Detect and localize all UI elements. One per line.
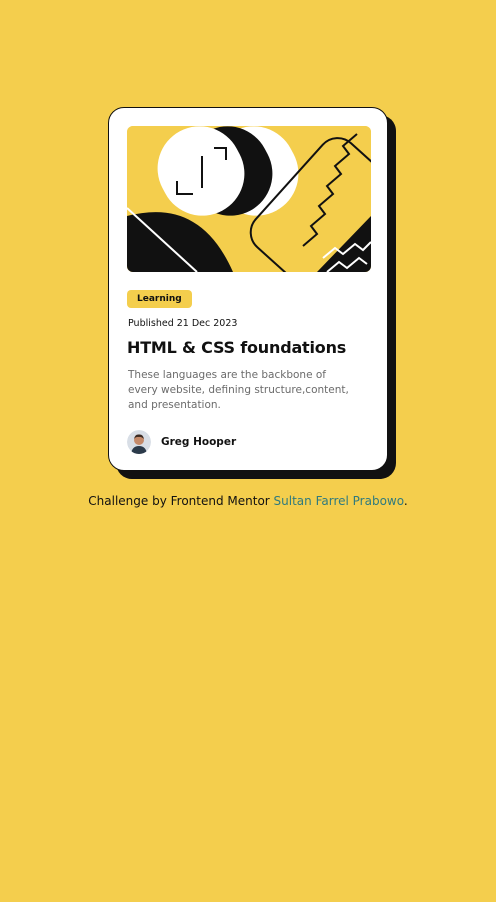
author-avatar-image (127, 430, 151, 454)
category-tag: Learning (127, 290, 192, 308)
attribution-suffix: . (403, 494, 408, 508)
card-title[interactable]: HTML & CSS foundations (127, 338, 346, 357)
abstract-illustration-image (127, 126, 371, 272)
published-date: Published 21 Dec 2023 (128, 318, 238, 329)
attribution-link[interactable]: Sultan Farrel Prabowo (274, 494, 404, 508)
author-name: Greg Hooper (161, 436, 237, 448)
card-illustration (127, 126, 371, 272)
card-description: These languages are the backbone of ever… (128, 369, 349, 411)
attribution: Challenge by Frontend Mentor Sultan Farr… (0, 494, 496, 508)
avatar (127, 430, 151, 454)
attribution-prefix: Challenge by Frontend Mentor (88, 494, 270, 508)
author-info: Greg Hooper (127, 430, 236, 454)
blog-preview-card: Learning Published 21 Dec 2023 HTML & CS… (108, 107, 388, 471)
